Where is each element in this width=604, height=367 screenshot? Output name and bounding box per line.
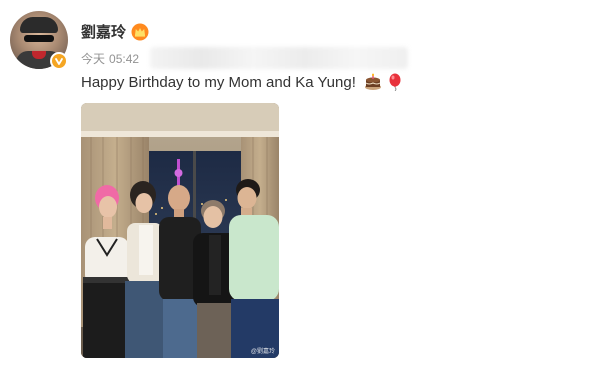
username-row: 劉嘉玲 — [81, 21, 149, 42]
verified-icon — [50, 52, 68, 70]
balloon-icon — [386, 73, 404, 92]
photo-watermark: @劉嘉玲 — [250, 349, 275, 355]
redacted-area — [150, 47, 408, 69]
post-meta: 今天 05:42 — [81, 50, 139, 67]
avatar[interactable] — [10, 11, 68, 70]
username[interactable]: 劉嘉玲 — [81, 21, 126, 42]
member-crown-icon[interactable] — [131, 23, 149, 41]
photo-image — [81, 103, 279, 358]
post-photo[interactable]: @劉嘉玲 — [81, 103, 279, 358]
birthday-cake-icon — [364, 73, 382, 91]
post-time[interactable]: 05:42 — [109, 52, 139, 66]
post-text-row: Happy Birthday to my Mom and Ka Yung! — [81, 73, 404, 92]
post-date: 今天 — [81, 52, 106, 66]
weibo-post: 劉嘉玲 今天 05:42 Happy Birthday to my Mom an… — [0, 0, 604, 367]
post-text: Happy Birthday to my Mom and Ka Yung! — [81, 73, 356, 91]
